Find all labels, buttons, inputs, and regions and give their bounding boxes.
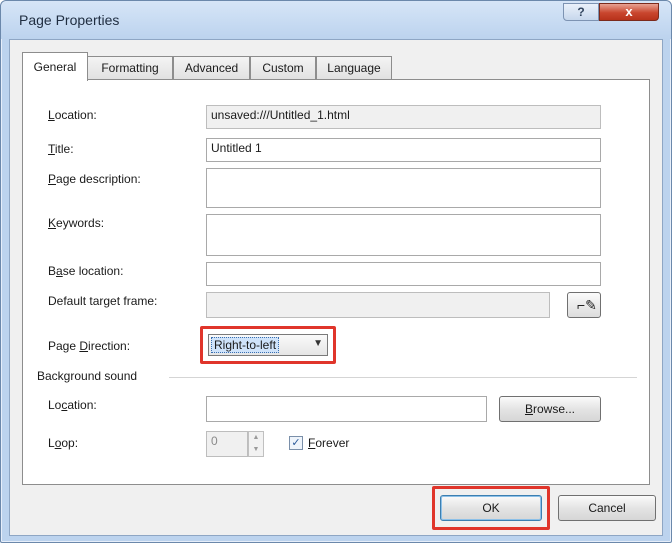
background-sound-group-label: Background sound — [37, 369, 138, 383]
title-label: Title: — [48, 142, 74, 156]
page-description-label: Page description: — [48, 172, 141, 186]
dialog-title: Page Properties — [19, 12, 120, 28]
tab-general[interactable]: General — [22, 52, 88, 81]
browse-button[interactable]: Browse... — [499, 396, 601, 422]
base-location-input[interactable] — [206, 262, 601, 286]
tab-language[interactable]: Language — [316, 56, 392, 80]
spin-down-icon[interactable]: ▼ — [249, 444, 263, 456]
keywords-input[interactable] — [206, 214, 601, 256]
forever-checkbox[interactable]: ✓ — [289, 436, 303, 450]
cancel-button[interactable]: Cancel — [558, 495, 656, 521]
default-target-frame-field — [206, 292, 550, 318]
chevron-down-icon: ▼ — [313, 338, 323, 349]
loop-spinner[interactable]: ▲ ▼ — [248, 431, 264, 457]
page-direction-select[interactable]: Right-to-left ▼ — [208, 334, 328, 356]
general-tab-panel: Location: unsaved:///Untitled_1.html Tit… — [22, 79, 650, 485]
dialog-body: General Formatting Advanced Custom Langu… — [9, 39, 663, 536]
location-label: Location: — [48, 108, 97, 122]
loop-count-input[interactable]: 0 — [206, 431, 248, 457]
page-properties-dialog: Page Properties ? x General Formatting A… — [0, 0, 672, 543]
sound-location-input[interactable] — [206, 396, 487, 422]
close-button[interactable]: x — [599, 3, 659, 21]
edit-pencil-icon: ⌐✎ — [577, 297, 597, 313]
target-frame-picker-button[interactable]: ⌐✎ — [567, 292, 601, 318]
page-direction-label: Page Direction: — [48, 339, 131, 353]
tab-advanced[interactable]: Advanced — [173, 56, 250, 80]
loop-label: Loop: — [48, 436, 79, 450]
title-input[interactable]: Untitled 1 — [206, 138, 601, 162]
help-button[interactable]: ? — [563, 3, 599, 21]
group-divider — [169, 377, 637, 378]
title-bar[interactable]: Page Properties ? x — [1, 1, 671, 39]
forever-label: Forever — [308, 436, 350, 450]
base-location-label: Base location: — [48, 264, 124, 278]
sound-location-label: Location: — [48, 398, 97, 412]
page-direction-value: Right-to-left — [211, 337, 280, 353]
location-field: unsaved:///Untitled_1.html — [206, 105, 601, 129]
tab-formatting[interactable]: Formatting — [87, 56, 173, 80]
default-target-frame-label: Default target frame: — [48, 294, 158, 308]
page-description-input[interactable] — [206, 168, 601, 208]
spin-up-icon[interactable]: ▲ — [249, 432, 263, 444]
tab-custom[interactable]: Custom — [250, 56, 316, 80]
ok-button[interactable]: OK — [440, 495, 542, 521]
keywords-label: Keywords: — [48, 216, 105, 230]
